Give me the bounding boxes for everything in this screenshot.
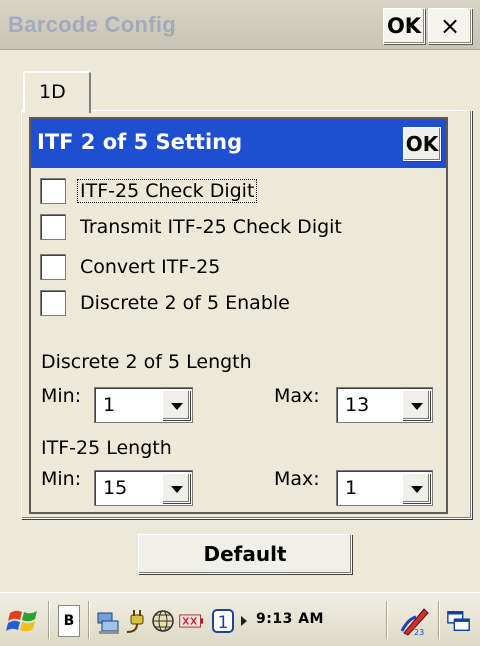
globe-icon[interactable]	[150, 605, 176, 637]
select-value: 13	[345, 394, 370, 416]
checkbox-label: Convert ITF-25	[80, 256, 221, 278]
itf-min-label: Min:	[41, 468, 82, 490]
discrete-max-label: Max:	[274, 385, 320, 407]
windows-start-icon[interactable]	[6, 605, 42, 637]
separator	[438, 601, 440, 639]
check-row-itf25-check-digit[interactable]: ITF-25 Check Digit	[40, 176, 258, 206]
discrete-length-label: Discrete 2 of 5 Length	[41, 351, 252, 373]
itf-max-select[interactable]: 1	[336, 470, 433, 506]
select-value: 15	[103, 477, 128, 499]
checkbox-itf25-check-digit[interactable]	[40, 178, 66, 204]
taskbar: B 1 9:13 AM 23	[0, 592, 480, 646]
separator	[88, 601, 90, 639]
checkbox-discrete-enable[interactable]	[40, 290, 66, 316]
window-switch-icon[interactable]	[446, 605, 472, 637]
check-row-transmit-check-digit[interactable]: Transmit ITF-25 Check Digit	[40, 212, 344, 242]
itf-min-select[interactable]: 15	[94, 470, 193, 506]
pen-input-icon[interactable]: 23	[398, 605, 430, 637]
power-plug-icon[interactable]	[123, 605, 149, 637]
svg-text:1: 1	[218, 613, 229, 633]
input-mode-button[interactable]: B	[58, 605, 80, 637]
svg-text:23: 23	[414, 628, 424, 637]
network-icon[interactable]	[95, 605, 121, 637]
checkbox-label: Transmit ITF-25 Check Digit	[80, 216, 342, 238]
select-value: 1	[345, 477, 358, 499]
chevron-down-icon[interactable]	[162, 390, 190, 420]
checkbox-transmit-check-digit[interactable]	[40, 214, 66, 240]
chevron-down-icon[interactable]	[162, 473, 190, 503]
ok-button[interactable]: OK	[383, 8, 425, 44]
checkbox-label: Discrete 2 of 5 Enable	[80, 292, 290, 314]
dialog-title-bar: ITF 2 of 5 Setting OK	[31, 119, 446, 168]
default-button[interactable]: Default	[138, 534, 352, 574]
chevron-down-icon[interactable]	[402, 390, 430, 420]
title-bar: Barcode Config OK ×	[0, 0, 480, 50]
window-title: Barcode Config	[8, 12, 176, 37]
chevron-down-icon[interactable]	[402, 473, 430, 503]
check-row-discrete-enable[interactable]: Discrete 2 of 5 Enable	[40, 288, 292, 318]
discrete-max-select[interactable]: 13	[336, 387, 433, 423]
tab-label: 1D	[39, 81, 66, 103]
arrow-right-icon[interactable]	[238, 605, 250, 637]
checkbox-label: ITF-25 Check Digit	[76, 179, 258, 203]
separator	[386, 601, 388, 639]
select-value: 1	[103, 394, 116, 416]
dialog-title: ITF 2 of 5 Setting	[37, 130, 243, 154]
tab-1d[interactable]: 1D	[23, 71, 91, 113]
discrete-min-select[interactable]: 1	[94, 387, 193, 423]
number-one-icon[interactable]: 1	[210, 605, 236, 637]
checkbox-convert-itf25[interactable]	[40, 254, 66, 280]
itf-max-label: Max:	[274, 468, 320, 490]
clock[interactable]: 9:13 AM	[256, 611, 324, 627]
itf-settings-dialog: ITF 2 of 5 Setting OK ITF-25 Check Digit…	[29, 117, 448, 514]
close-button[interactable]: ×	[428, 8, 472, 44]
battery-icon[interactable]	[178, 605, 204, 637]
separator	[48, 601, 50, 639]
check-row-convert-itf25[interactable]: Convert ITF-25	[40, 252, 222, 282]
discrete-min-label: Min:	[41, 385, 82, 407]
dialog-ok-button[interactable]: OK	[403, 127, 441, 161]
itf-length-label: ITF-25 Length	[41, 437, 172, 459]
